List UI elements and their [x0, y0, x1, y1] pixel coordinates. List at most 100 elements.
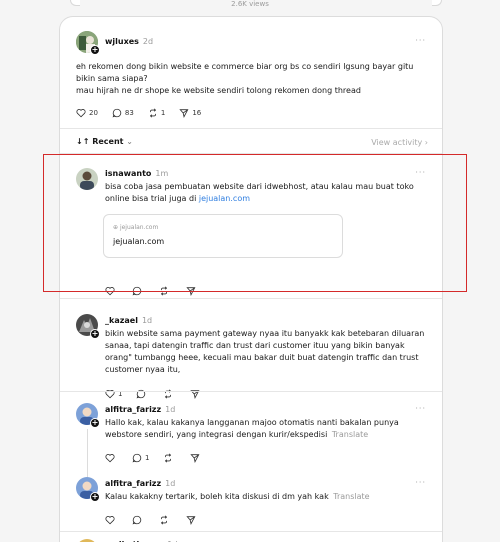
reply-text-line: sanaa, tapi datengin traffic dan trust d… — [105, 341, 405, 350]
card-corner — [432, 0, 442, 6]
repost-icon — [165, 453, 172, 463]
reply-author[interactable]: _kazael 1d — [105, 316, 152, 325]
reply-actions: 1 — [105, 453, 217, 463]
more-options-icon[interactable]: ··· — [415, 404, 426, 413]
username[interactable]: _kazael — [105, 316, 138, 325]
reply-item: yudhatheceo1d ··· — [60, 531, 442, 542]
reply-author[interactable]: alfitra_farizz 1d — [105, 405, 175, 414]
repost-button[interactable] — [159, 286, 172, 296]
heart-icon — [76, 109, 86, 118]
reply-body: bisa coba jasa pembuatan website dari id… — [105, 181, 414, 205]
reply-time: 1d — [165, 405, 176, 414]
views-strip: 2.6K views — [0, 0, 500, 12]
post-author[interactable]: wjluxes 2d — [105, 37, 153, 46]
like-count: 20 — [89, 109, 98, 117]
reply-text-line: Hallo kak, kalau kakanya langganan majoo… — [105, 418, 399, 427]
post-text-line: mau hijrah ne dr shope ke website sendir… — [76, 86, 361, 95]
preview-domain-text: jejualan.com — [119, 224, 159, 231]
post-actions: 20 83 1 16 — [76, 108, 215, 118]
sort-label: Recent — [92, 137, 124, 146]
chevron-down-icon: ⌄ — [126, 137, 133, 146]
more-options-icon[interactable]: ··· — [415, 36, 426, 45]
like-button[interactable] — [105, 286, 118, 296]
reply-time: 1d — [141, 316, 153, 325]
thread-card: + wjluxes 2d ··· eh rekomen dong bikin we… — [59, 16, 443, 542]
translate-link[interactable]: Translate — [332, 430, 368, 439]
reply-actions — [105, 515, 213, 525]
sort-dropdown[interactable]: ↓↑ Recent ⌄ — [76, 137, 133, 146]
more-options-icon[interactable]: ··· — [415, 168, 426, 177]
repost-count: 1 — [160, 109, 166, 117]
divider — [60, 128, 442, 129]
reply-time: 1m — [155, 169, 169, 178]
like-button[interactable] — [105, 453, 118, 463]
avatar-image-icon — [76, 168, 98, 190]
reply-button[interactable] — [132, 515, 145, 525]
card-corner — [70, 0, 80, 6]
share-button[interactable] — [190, 453, 203, 463]
reply-body: Kalau kakakny tertarik, boleh kita disku… — [105, 491, 370, 503]
link-preview-title: jejualan.com — [113, 237, 165, 246]
more-options-icon[interactable]: ··· — [415, 478, 426, 487]
repost-button[interactable] — [159, 515, 172, 525]
like-button[interactable] — [105, 515, 118, 525]
repost-icon — [160, 515, 168, 525]
reply-text-line: bikin website sama payment gateway nyaa … — [105, 329, 425, 338]
reply-body: bikin website sama payment gateway nyaa … — [105, 328, 424, 376]
views-count: 2.6K views — [231, 0, 269, 8]
like-button[interactable]: 20 — [76, 108, 98, 118]
repost-icon — [160, 286, 168, 296]
reply-item: + alfitra_farizz 1d ··· Kalau kakakny ter… — [60, 465, 442, 540]
repost-button[interactable] — [163, 453, 176, 463]
reply-item: + _kazael 1d bikin website sama payment g… — [60, 298, 442, 399]
reply-author[interactable]: alfitra_farizz 1d — [105, 479, 175, 488]
share-button[interactable] — [186, 286, 199, 296]
reply-time: 1d — [165, 479, 176, 488]
heart-icon — [105, 287, 115, 296]
comment-icon — [112, 108, 122, 118]
heart-icon — [105, 516, 115, 525]
send-icon — [186, 516, 196, 525]
post-text-line: bikin sama siapa? — [76, 74, 148, 83]
reply-text-line: bisa coba jasa pembuatan website dari id… — [105, 182, 414, 191]
original-post: + wjluxes 2d ··· eh rekomen dong bikin we… — [60, 17, 442, 127]
send-icon — [186, 287, 196, 296]
post-text-line: eh rekomen dong bikin website e commerce… — [76, 62, 414, 71]
reply-text-line: webstore sendiri, yang integrasi dengan … — [105, 430, 330, 439]
follow-plus-icon[interactable]: + — [90, 45, 100, 55]
follow-plus-icon[interactable]: + — [90, 418, 100, 428]
comment-icon — [132, 453, 142, 463]
reply-button[interactable]: 1 — [132, 453, 149, 463]
reply-text-line: Kalau kakakny tertarik, boleh kita disku… — [105, 492, 332, 501]
reply-author[interactable]: isnawanto 1m — [105, 169, 168, 178]
username[interactable]: alfitra_farizz — [105, 479, 161, 488]
post-body: eh rekomen dong bikin website e commerce… — [76, 61, 413, 97]
username[interactable]: isnawanto — [105, 169, 151, 178]
reply-count: 1 — [145, 454, 150, 462]
send-icon — [190, 454, 200, 463]
follow-plus-icon[interactable]: + — [90, 492, 100, 502]
username[interactable]: wjluxes — [105, 37, 139, 46]
share-count: 16 — [192, 109, 202, 117]
repost-button[interactable]: 1 — [148, 108, 165, 118]
view-activity-link[interactable]: View activity › — [371, 138, 428, 147]
reply-button[interactable] — [132, 286, 145, 296]
globe-icon: ⊕ — [113, 224, 119, 231]
comment-icon — [132, 515, 142, 525]
username[interactable]: alfitra_farizz — [105, 405, 161, 414]
reply-button[interactable]: 83 — [112, 108, 134, 118]
chevron-right-icon: › — [424, 138, 428, 147]
translate-link[interactable]: Translate — [333, 492, 369, 501]
reply-text-line: online bisa trial juga di — [105, 194, 199, 203]
link-preview-card[interactable]: ⊕ jejualan.com jejualan.com — [103, 214, 343, 258]
link-preview-domain: ⊕ jejualan.com — [113, 224, 158, 231]
repost-icon — [149, 108, 156, 118]
share-button[interactable]: 16 — [179, 108, 201, 118]
reply-text-line: orang" tumbangg heee, kecuali mau bakar … — [105, 353, 419, 362]
avatar[interactable] — [76, 168, 98, 190]
reply-actions — [105, 286, 213, 296]
share-button[interactable] — [186, 515, 199, 525]
reply-link[interactable]: jejualan.com — [199, 194, 250, 203]
follow-plus-icon[interactable]: + — [90, 329, 100, 339]
reply-text-line: customer nyaa itu, — [105, 365, 181, 374]
